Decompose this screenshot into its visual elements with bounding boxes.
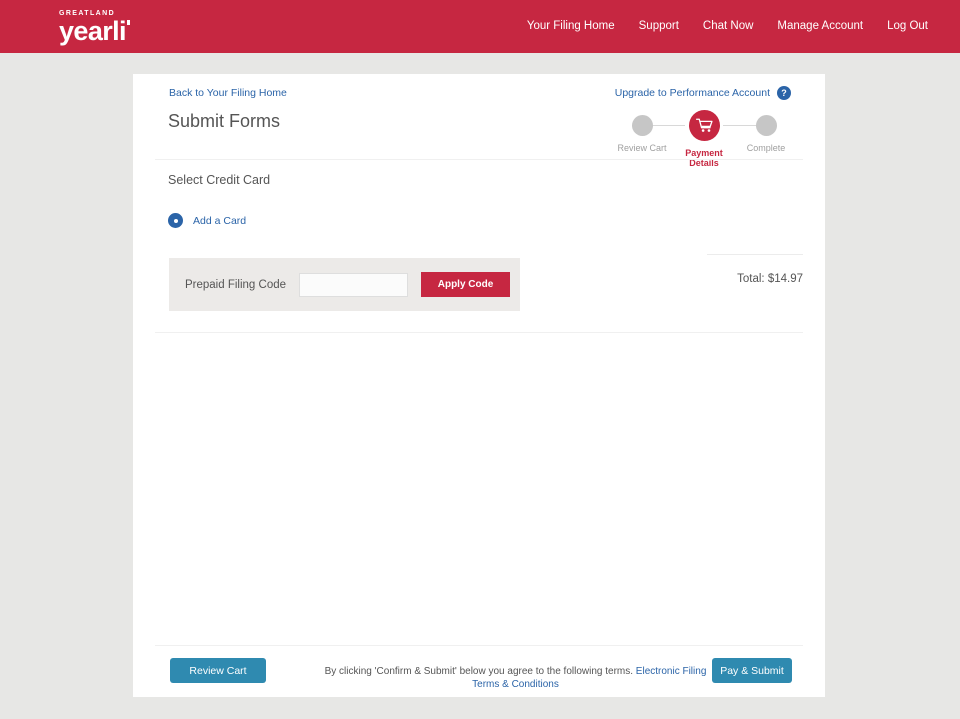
logo-yearli-text: yearli [59,16,130,46]
order-total: Total: $14.97 [737,273,803,285]
nav-chat-now[interactable]: Chat Now [703,20,754,32]
stepper-label-review-cart: Review Cart [617,143,667,153]
yearli-logo[interactable]: GREATLAND yearli [59,10,130,46]
help-icon[interactable]: ? [777,86,791,100]
logo-yearli-word: yearli [59,16,127,46]
submit-forms-card: Back to Your Filing Home Submit Forms Up… [133,74,825,697]
stepper-dot-payment-details [688,110,720,141]
total-divider [707,254,803,255]
stepper-step-complete[interactable]: Complete [734,106,798,153]
stepper-label-payment-details: Payment Details [685,148,723,168]
add-circle-icon [168,213,183,228]
terms-agreement-text: By clicking 'Confirm & Submit' below you… [323,665,708,691]
card-footer: Review Cart By clicking 'Confirm & Submi… [133,645,825,697]
add-a-card-label: Add a Card [193,214,247,227]
nav-manage-account[interactable]: Manage Account [777,20,863,32]
logo-tick-mark [126,20,130,25]
stepper-dot-complete [755,115,777,136]
divider-under-header [155,159,803,160]
prepaid-filing-code-input[interactable] [299,272,409,297]
back-to-filing-home-link[interactable]: Back to Your Filing Home [169,87,287,99]
nav-your-filing-home[interactable]: Your Filing Home [527,20,615,32]
shopping-cart-icon [695,118,713,132]
prepaid-filing-code-label: Prepaid Filing Code [185,278,287,291]
prepaid-filing-code-panel: Prepaid Filing Code Apply Code [169,258,520,311]
top-navigation: Your Filing Home Support Chat Now Manage… [527,20,928,32]
apply-code-button[interactable]: Apply Code [421,272,511,297]
nav-support[interactable]: Support [639,20,679,32]
pay-and-submit-button[interactable]: Pay & Submit [712,658,792,683]
stepper-dot-review-cart [631,115,653,136]
page-title: Submit Forms [168,111,281,131]
stepper-label-complete: Complete [746,143,786,153]
upgrade-row: Upgrade to Performance Account ? [615,86,791,100]
stepper-step-review-cart[interactable]: Review Cart [610,106,674,153]
select-credit-card-heading: Select Credit Card [168,173,271,187]
top-header-bar: GREATLAND yearli Your Filing Home Suppor… [0,0,960,53]
nav-log-out[interactable]: Log Out [887,20,928,32]
terms-sentence: By clicking 'Confirm & Submit' below you… [324,666,634,677]
add-a-card-button[interactable]: Add a Card [168,213,246,228]
review-cart-button[interactable]: Review Cart [170,658,266,683]
divider-under-payment-section [155,332,803,333]
upgrade-to-performance-account-link[interactable]: Upgrade to Performance Account [615,87,770,99]
